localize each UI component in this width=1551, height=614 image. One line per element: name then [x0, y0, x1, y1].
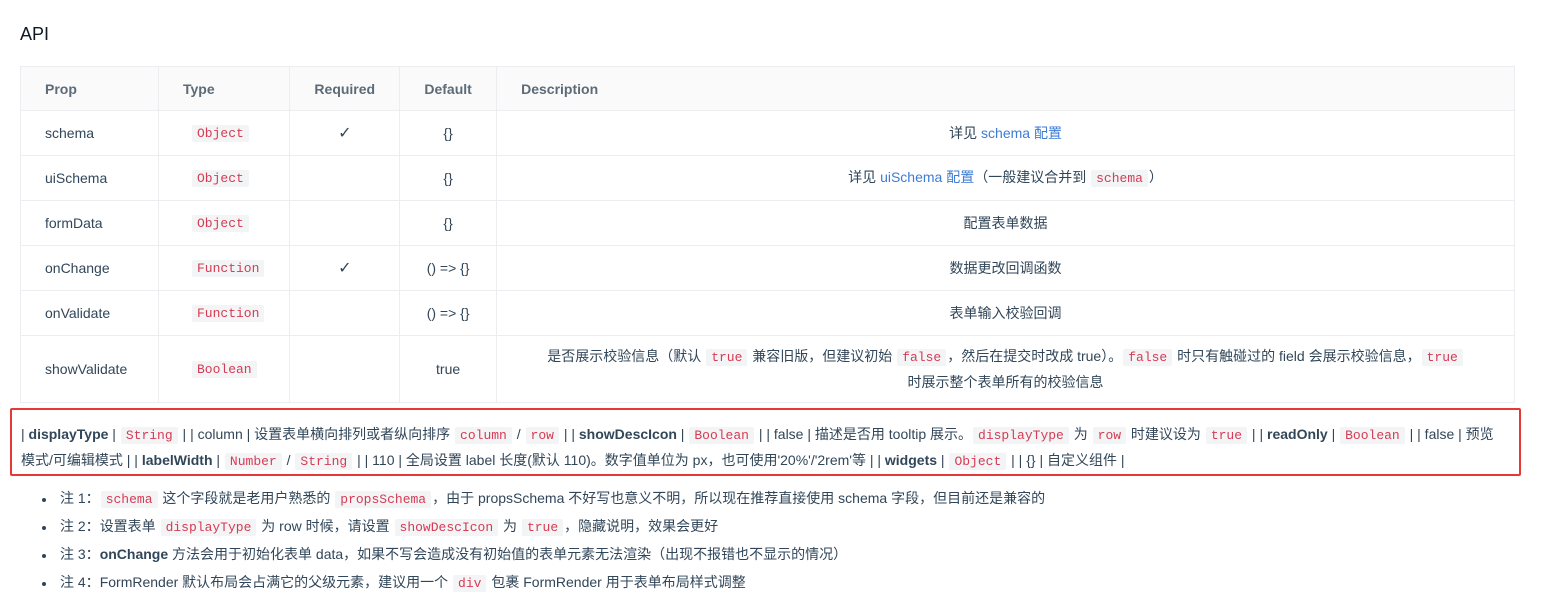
notes-list: 注 1：schema 这个字段就是老用户熟悉的 propsSchema，由于 p… — [20, 484, 1045, 596]
inline-code: Object — [949, 453, 1007, 470]
cell-required — [289, 200, 401, 246]
cell-default: {} — [399, 200, 498, 246]
cell-default: {} — [399, 155, 498, 201]
required-check-icon: ✓ — [338, 259, 352, 277]
inline-code: true — [706, 349, 748, 366]
inline-code: propsSchema — [335, 491, 432, 508]
cell-prop: showValidate — [20, 335, 159, 403]
section-title: API — [20, 24, 50, 44]
header-type: Type — [157, 66, 291, 111]
cell-description: 详见 uiSchema 配置（一般建议合并到 schema） — [496, 155, 1515, 201]
cell-default: () => {} — [399, 290, 498, 336]
inline-code: Number — [224, 453, 282, 470]
cell-default: () => {} — [399, 245, 498, 291]
list-item: 注 3：onChange 方法会用于初始化表单 data，如果不写会造成没有初始… — [56, 540, 1045, 568]
header-prop: Prop — [20, 66, 159, 111]
inline-code: displayType — [160, 519, 257, 536]
table-row: onValidate Function () => {} 表单输入校验回调 — [20, 290, 1515, 336]
cell-description: 详见 schema 配置 — [496, 110, 1515, 156]
cell-prop: onChange — [20, 245, 159, 291]
header-required: Required — [289, 66, 401, 111]
table-row: formData Object {} 配置表单数据 — [20, 200, 1515, 246]
cell-prop: formData — [20, 200, 159, 246]
header-default: Default — [399, 66, 498, 111]
type-tag: Object — [192, 215, 249, 232]
uischema-config-link[interactable]: uiSchema 配置 — [880, 169, 974, 185]
highlighted-raw-table-text: | displayType | String | | column | 设置表单… — [10, 408, 1521, 476]
cell-prop: uiSchema — [20, 155, 159, 201]
inline-code: div — [453, 575, 487, 592]
inline-code: false — [897, 349, 947, 366]
cell-required — [289, 290, 401, 336]
list-item: 注 1：schema 这个字段就是老用户熟悉的 propsSchema，由于 p… — [56, 484, 1045, 512]
inline-code: Boolean — [1340, 427, 1405, 444]
inline-code: displayType — [973, 427, 1069, 444]
cell-prop: schema — [20, 110, 159, 156]
cell-description: 配置表单数据 — [496, 200, 1515, 246]
table-row: onChange Function ✓ () => {} 数据更改回调函数 — [20, 245, 1515, 291]
inline-code: false — [1123, 349, 1173, 366]
type-tag: Boolean — [192, 361, 257, 378]
inline-code: schema — [100, 491, 158, 508]
cell-required — [289, 335, 401, 403]
type-tag: Object — [192, 125, 249, 142]
schema-config-link[interactable]: schema 配置 — [981, 125, 1062, 141]
required-check-icon: ✓ — [338, 124, 352, 142]
inline-code: Boolean — [689, 427, 754, 444]
inline-code: String — [295, 453, 353, 470]
cell-required — [289, 155, 401, 201]
table-header-row: Prop Type Required Default Description — [20, 66, 1515, 111]
inline-code: row — [1092, 427, 1127, 444]
list-item: 注 4：FormRender 默认布局会占满它的父级元素，建议用一个 div 包… — [56, 568, 1045, 596]
table-row: uiSchema Object {} 详见 uiSchema 配置（一般建议合并… — [20, 155, 1515, 201]
type-tag: Function — [192, 260, 265, 277]
table-row: schema Object ✓ {} 详见 schema 配置 — [20, 110, 1515, 156]
inline-code: row — [525, 427, 559, 444]
inline-code: true — [1421, 349, 1463, 366]
cell-description: 表单输入校验回调 — [496, 290, 1515, 336]
cell-prop: onValidate — [20, 290, 159, 336]
inline-code: showDescIcon — [394, 519, 499, 536]
cell-default: {} — [399, 110, 498, 156]
api-table: Prop Type Required Default Description s… — [20, 66, 1515, 403]
inline-code: true — [521, 519, 564, 536]
type-tag: Function — [192, 305, 265, 322]
inline-code: column — [455, 427, 512, 444]
header-description: Description — [496, 66, 1515, 111]
cell-description: 是否展示校验信息（默认 true 兼容旧版，但建议初始 false ，然后在提交时… — [496, 335, 1515, 403]
list-item: 注 2：设置表单 displayType 为 row 时候，请设置 showDe… — [56, 512, 1045, 540]
cell-description: 数据更改回调函数 — [496, 245, 1515, 291]
cell-default: true — [399, 335, 498, 403]
inline-code: String — [120, 427, 178, 444]
type-tag: Object — [192, 170, 249, 187]
inline-code: schema — [1091, 170, 1148, 187]
inline-code: true — [1205, 427, 1248, 444]
table-row: showValidate Boolean true 是否展示校验信息（默认 tr… — [20, 335, 1515, 403]
